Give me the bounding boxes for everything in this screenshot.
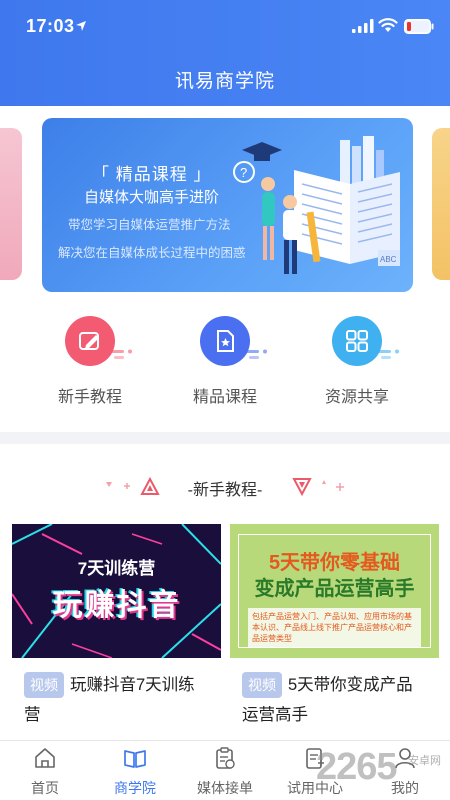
thumbnail-title: 5天带你零基础 [268,552,401,574]
menu-beginner-tutorial[interactable]: 新手教程 [30,316,150,407]
tab-label: 首页 [31,780,59,796]
banner-subtitle: 自媒体大咖高手进阶 [84,189,220,206]
svg-text:ABC: ABC [380,255,397,264]
qicon-bg-1 [65,316,115,366]
section-divider [0,432,450,444]
video-tag: 视频 [24,672,64,698]
tab-media-orders[interactable]: 媒体接单 [180,741,270,800]
banner-carousel[interactable]: 「 精品课程 」 自媒体大咖高手进阶 带您学习自媒体运营推广方法 解决您在自媒体… [0,118,450,292]
menu-label: 新手教程 [57,389,122,406]
location-arrow-icon [76,21,86,31]
watermark-sub: 安卓网 [408,755,441,767]
banner-description-2: 解决您在自媒体成长过程中的困惑 [58,246,246,260]
cellular-signal-icon [352,19,374,33]
thumbnail-title: 玩赚抖音 [52,589,181,622]
qicon-bg-3 [332,316,382,366]
menu-label: 精品课程 [192,389,257,406]
banner-description-1: 带您学习自媒体运营推广方法 [68,218,231,232]
course-thumbnail: 5天带你零基础 变成产品运营高手 包括产品运营入门、产品认知、应用市场的基本认识… [230,524,439,658]
course-card-product-ops[interactable]: 5天带你零基础 变成产品运营高手 包括产品运营入门、产品认知、应用市场的基本认识… [230,524,439,738]
study-illustration-icon: ? ABC [233,136,400,274]
menu-resource-sharing[interactable]: 资源共享 [297,316,417,407]
status-bar: 17:03 [0,0,450,46]
decoration-dots-icon [245,349,267,359]
banner-prev-slide[interactable] [0,128,22,280]
decoration-dots-icon [377,349,399,359]
clipboard-icon [216,747,235,769]
qicon-bg-2 [200,316,250,366]
thumbnail-note: 包括产品运营入门、产品认知、应用市场的基本认识、产品线上线下推广产品运营核心和产… [248,608,421,647]
decoration-dots-icon [110,349,132,359]
site-watermark: 2265 安卓网 [316,742,450,798]
thumbnail-subtitle: 变成产品运营高手 [254,578,415,600]
app-header: 17:03 讯易商学院 [0,0,450,106]
status-time: 17:03 [26,16,75,36]
pen-icon [79,332,99,350]
star-doc-icon [217,330,234,352]
course-info: 视频 玩赚抖音7天训练营 [12,658,221,730]
tab-business-school[interactable]: 商学院 [90,741,180,800]
video-tag: 视频 [242,672,282,698]
triangle-decoration-icon [292,478,344,496]
banner-tag: 「 精品课程 」 [92,165,212,184]
tab-home[interactable]: 首页 [0,741,90,800]
quick-menu: 新手教程 精品课程 资源共享 [0,316,450,416]
banner-slide-premium-courses[interactable]: 「 精品课程 」 自媒体大咖高手进阶 带您学习自媒体运营推广方法 解决您在自媒体… [42,118,413,292]
section-title: -新手教程- [187,482,263,499]
menu-premium-courses[interactable]: 精品课程 [165,316,285,407]
banner-next-slide[interactable] [432,128,450,280]
battery-icon [404,19,434,34]
book-icon [124,750,146,768]
wifi-icon [378,18,398,32]
tab-label: 商学院 [114,780,156,796]
thumbnail-subtitle: 7天训练营 [77,559,156,578]
watermark-logo: 2265 [316,746,398,788]
section-header: -新手教程- [0,474,450,499]
course-info: 视频 5天带你变成产品运营高手 [230,658,439,730]
menu-label: 资源共享 [324,389,389,406]
home-icon [35,748,55,768]
svg-text:?: ? [240,165,247,180]
tab-label: 媒体接单 [197,780,253,796]
page-title: 讯易商学院 [174,71,275,92]
course-thumbnail: 7天训练营 玩赚抖音 [12,524,221,658]
grid-icon [346,330,368,352]
course-card-douyin[interactable]: 7天训练营 玩赚抖音 视频 玩赚抖音7天训练营 [12,524,221,738]
